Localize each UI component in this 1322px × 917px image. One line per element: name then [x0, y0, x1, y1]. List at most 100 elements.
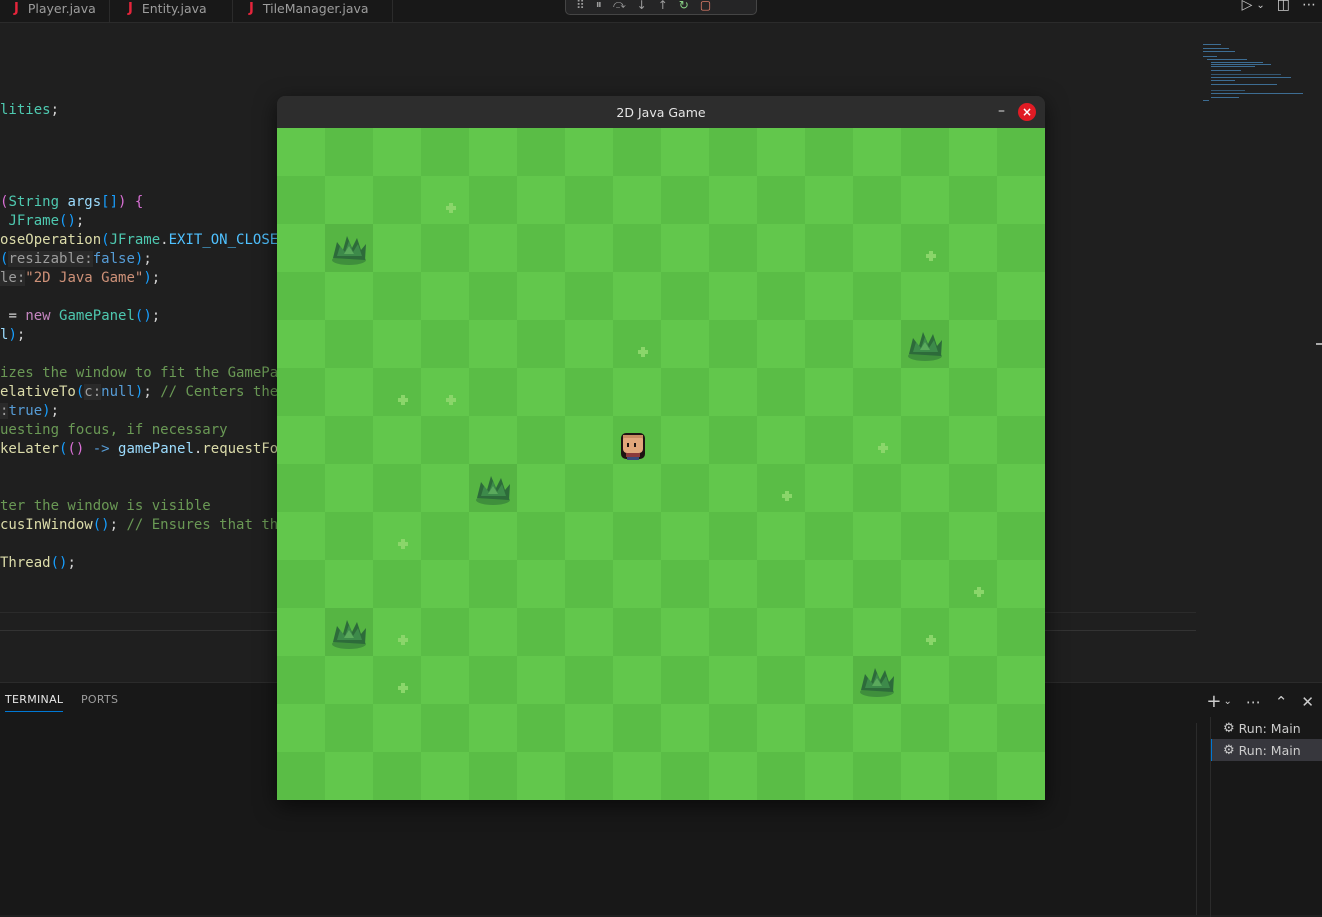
grass-tile [421, 128, 469, 176]
game-canvas[interactable] [277, 128, 1045, 800]
grass-tile [661, 416, 709, 464]
grass-tile [997, 224, 1045, 272]
grass-tile [661, 176, 709, 224]
tab-terminal[interactable]: TERMINAL [5, 693, 64, 712]
grass-tile [517, 368, 565, 416]
grass-tile [469, 512, 517, 560]
grass-tile [853, 272, 901, 320]
grass-tile [277, 176, 325, 224]
grass-tile [373, 752, 421, 800]
grass-tile [565, 272, 613, 320]
grass-tile [997, 416, 1045, 464]
grass-tile [421, 464, 469, 512]
minimize-icon[interactable]: – [998, 103, 1005, 119]
grass-tile [373, 560, 421, 608]
grass-tile [613, 176, 661, 224]
terminal-item-selected[interactable]: ⚙ Run: Main [1211, 739, 1322, 761]
new-terminal-icon[interactable]: + [1206, 691, 1221, 712]
code-line: uesting focus, if necessary [0, 422, 228, 438]
window-title: 2D Java Game [616, 104, 706, 120]
maximize-panel-icon[interactable]: ⌃ [1275, 693, 1288, 711]
grass-tile [757, 656, 805, 704]
grass-tile [277, 464, 325, 512]
grass-tile [853, 176, 901, 224]
run-icon[interactable]: ▷ [1242, 0, 1253, 13]
grass-tile [277, 368, 325, 416]
grass-tile [517, 512, 565, 560]
grass-tile [805, 656, 853, 704]
grass-tile [997, 704, 1045, 752]
terminal-item[interactable]: ⚙ Run: Main [1211, 717, 1322, 739]
terminal-list: ⚙ Run: Main ⚙ Run: Main [1210, 717, 1322, 917]
panel-actions: + ⌄ ⋯ ⌃ ✕ [1206, 691, 1314, 712]
grass-tile [661, 320, 709, 368]
grass-tile [421, 416, 469, 464]
grass-tile [613, 128, 661, 176]
step-over-icon[interactable]: ⤼ [613, 0, 626, 12]
restart-icon[interactable]: ↻ [679, 0, 689, 12]
grass-tile [949, 224, 997, 272]
grass-tile [565, 416, 613, 464]
grass-tile [997, 512, 1045, 560]
debug-icon: ⚙ [1223, 742, 1235, 758]
grass-tile [469, 272, 517, 320]
grass-tile [853, 224, 901, 272]
close-icon[interactable]: × [1018, 103, 1036, 121]
grass-tile [517, 176, 565, 224]
grass-tile [325, 704, 373, 752]
grass-tile [757, 272, 805, 320]
step-into-icon[interactable]: ↓ [637, 0, 647, 12]
grass-tile [661, 224, 709, 272]
drag-handle-icon[interactable]: ⠿ [576, 0, 585, 12]
grass-tile [373, 176, 421, 224]
code-line: (resizable:false); [0, 251, 152, 267]
grass-tile [709, 464, 757, 512]
grass-tile [661, 464, 709, 512]
grass-tile [277, 656, 325, 704]
chevron-down-icon[interactable]: ⌄ [1223, 696, 1231, 707]
grass-tile [565, 512, 613, 560]
grass-tile [853, 368, 901, 416]
grass-tile [949, 656, 997, 704]
minimap[interactable] [1203, 44, 1308, 106]
grass-tile [373, 272, 421, 320]
grass-tile [277, 224, 325, 272]
scrollbar-marker[interactable] [1316, 343, 1322, 345]
window-titlebar[interactable]: 2D Java Game – × [277, 96, 1045, 128]
grass-tile [469, 560, 517, 608]
step-out-icon[interactable]: ↑ [658, 0, 668, 12]
grass-tile [565, 656, 613, 704]
grass-tile [517, 464, 565, 512]
grass-tile [469, 128, 517, 176]
tab-ports[interactable]: PORTS [81, 693, 118, 706]
grass-tile [517, 320, 565, 368]
tab-entity-java[interactable]: J Entity.java [110, 0, 233, 22]
grass-tile [997, 128, 1045, 176]
grass-tile [805, 224, 853, 272]
grass-tile [661, 752, 709, 800]
grass-tile [469, 176, 517, 224]
stop-icon[interactable]: ▢ [700, 0, 711, 12]
chevron-down-icon[interactable]: ⌄ [1256, 0, 1264, 11]
grass-tile [565, 560, 613, 608]
grass-tile [277, 320, 325, 368]
grass-tile [757, 176, 805, 224]
grass-tile [901, 224, 949, 272]
grass-tile [757, 560, 805, 608]
tab-player-java[interactable]: J Player.java [0, 0, 110, 22]
grass-tile [469, 416, 517, 464]
tab-tilemanager-java[interactable]: J TileManager.java [233, 0, 393, 22]
java-file-icon: J [128, 0, 133, 16]
more-actions-icon[interactable]: ⋯ [1246, 693, 1261, 711]
split-editor-icon[interactable]: ◫ [1277, 0, 1290, 13]
grass-tile [373, 512, 421, 560]
grass-tile [421, 512, 469, 560]
grass-tile [565, 704, 613, 752]
close-panel-icon[interactable]: ✕ [1301, 693, 1314, 711]
more-actions-icon[interactable]: ⋯ [1302, 0, 1316, 13]
editor-actions: ▷ ⌄ ◫ ⋯ [1242, 0, 1316, 13]
game-window[interactable]: 2D Java Game – × [277, 96, 1045, 800]
grass-tile [517, 704, 565, 752]
pause-icon[interactable]: ⏸ [596, 0, 602, 12]
code-line: le:"2D Java Game"); [0, 270, 161, 286]
